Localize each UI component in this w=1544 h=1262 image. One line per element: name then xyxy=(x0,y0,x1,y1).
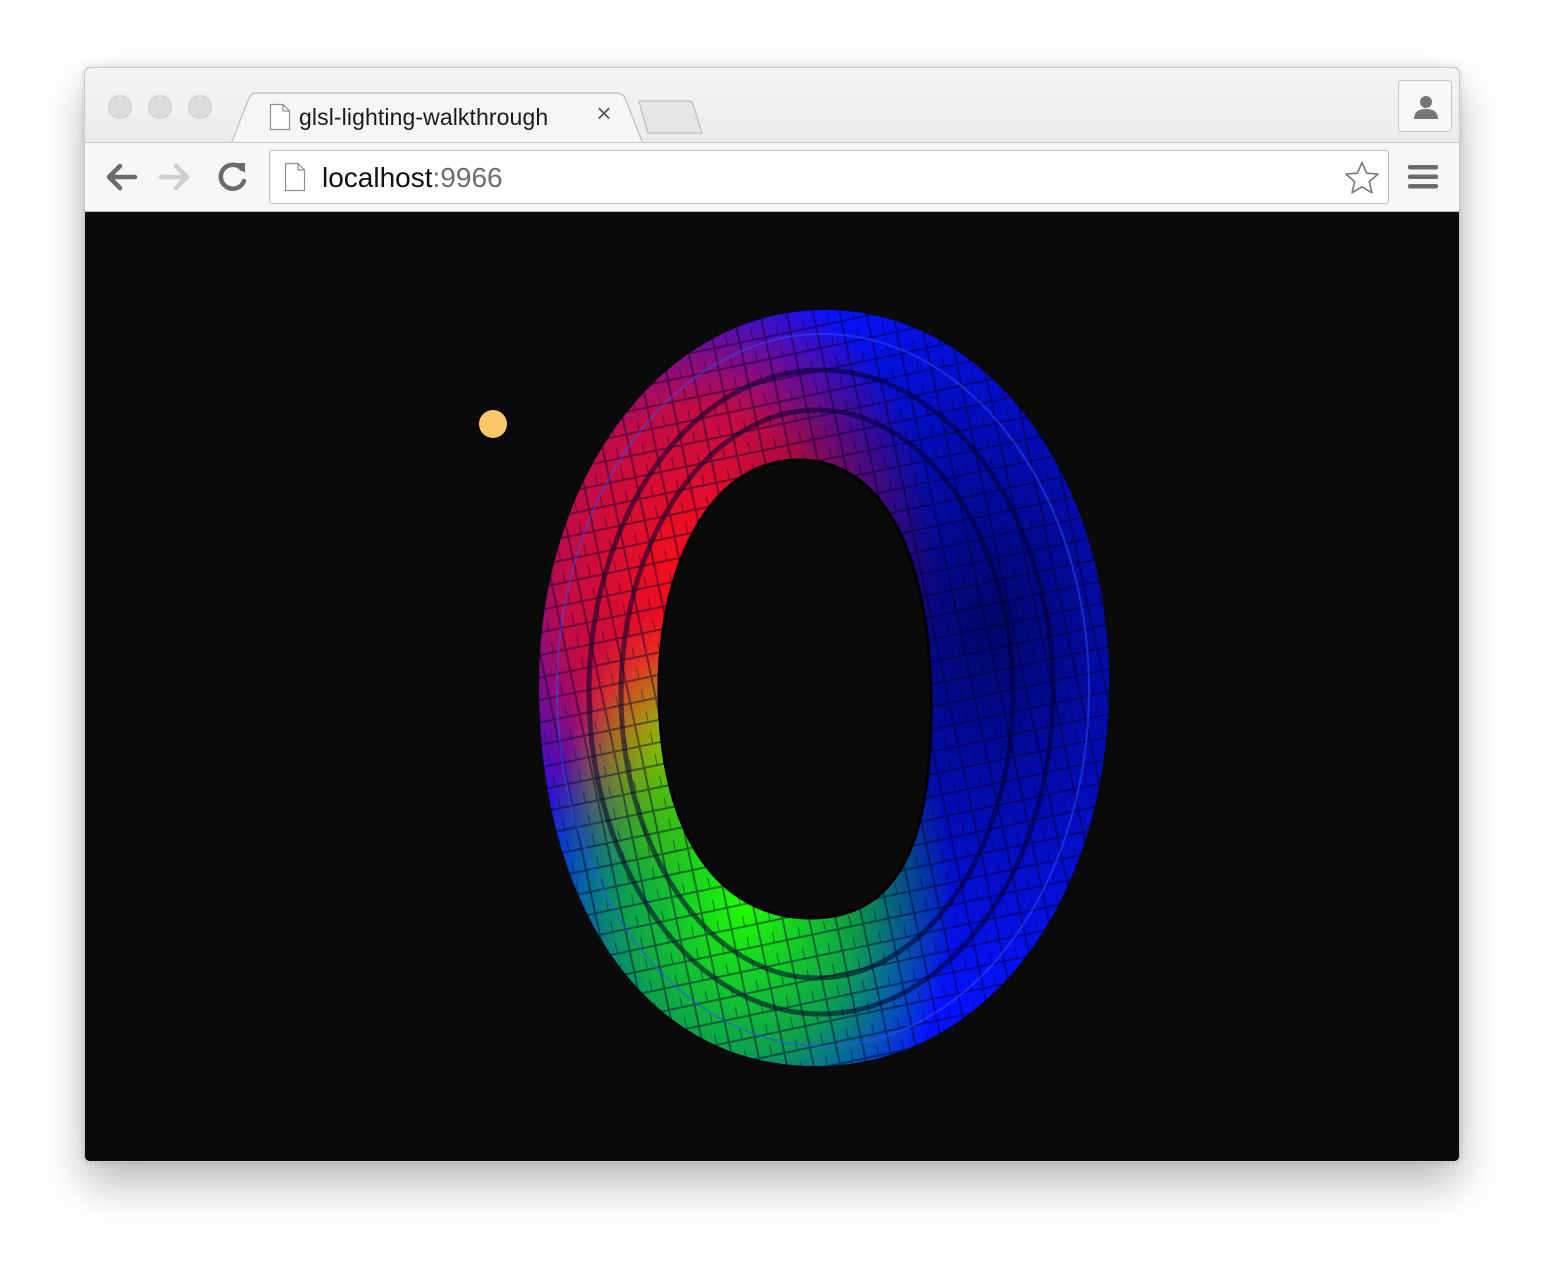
webgl-canvas[interactable] xyxy=(85,212,1459,1161)
star-icon[interactable] xyxy=(1344,160,1380,196)
hamburger-menu-icon[interactable] xyxy=(1407,163,1439,191)
tab-strip: glsl-lighting-walkthrough × xyxy=(85,68,1459,144)
page-icon xyxy=(284,162,306,192)
url-text[interactable]: localhost:9966 xyxy=(322,162,503,194)
reload-icon[interactable] xyxy=(213,159,253,195)
browser-window: glsl-lighting-walkthrough × localhost:99… xyxy=(84,67,1460,1162)
minimize-window-button[interactable] xyxy=(148,95,172,119)
url-host: localhost xyxy=(322,162,433,193)
back-arrow-icon[interactable] xyxy=(101,159,141,195)
person-icon xyxy=(1414,96,1438,119)
profile-button[interactable] xyxy=(1398,80,1452,132)
torus-mesh xyxy=(539,310,1110,1066)
tab-glsl-lighting-walkthrough[interactable]: glsl-lighting-walkthrough × xyxy=(231,92,643,144)
zoom-window-button[interactable] xyxy=(188,95,212,119)
page-icon xyxy=(269,103,291,131)
toolbar: localhost:9966 xyxy=(85,142,1459,212)
address-bar[interactable]: localhost:9966 xyxy=(269,150,1389,204)
light-source-dot xyxy=(479,410,507,438)
forward-arrow-icon[interactable] xyxy=(155,159,195,195)
tab-close-icon[interactable]: × xyxy=(593,100,615,126)
close-window-button[interactable] xyxy=(108,95,132,119)
tab-title: glsl-lighting-walkthrough xyxy=(299,104,549,130)
url-port: :9966 xyxy=(432,162,503,193)
new-tab-button[interactable] xyxy=(637,100,703,134)
